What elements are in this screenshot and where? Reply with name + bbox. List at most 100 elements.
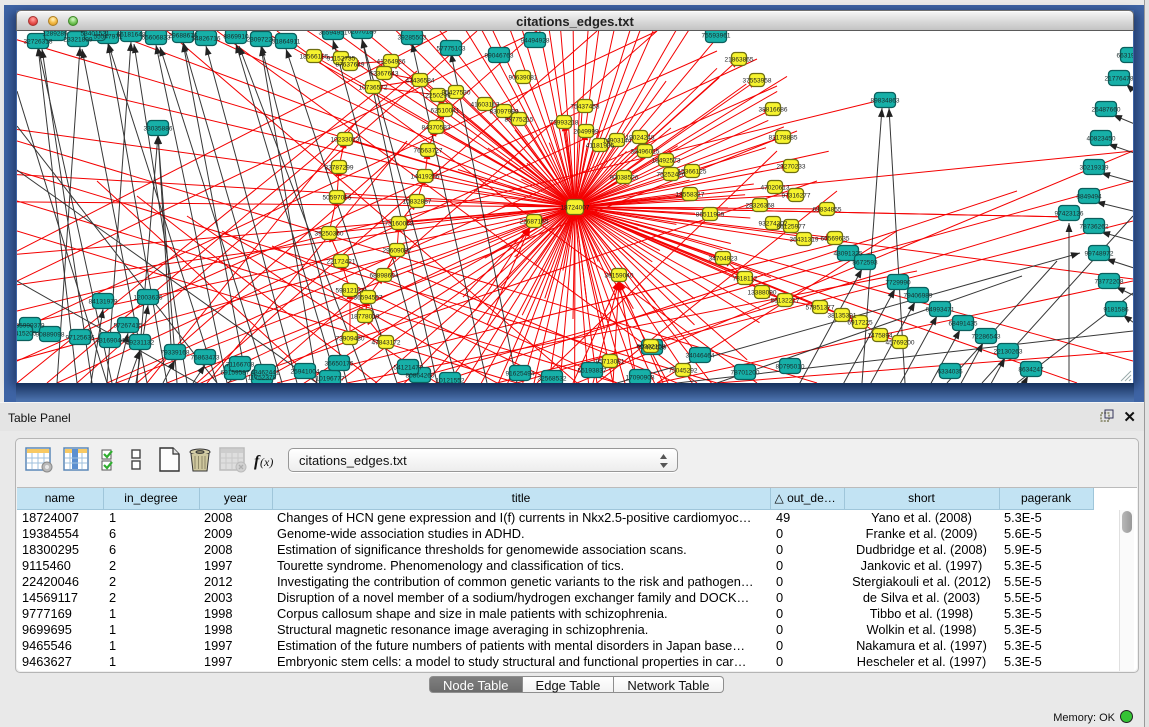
svg-text:66319931: 66319931	[1117, 53, 1133, 60]
svg-text:38135391: 38135391	[828, 313, 857, 320]
svg-text:75593961: 75593961	[702, 33, 731, 40]
svg-text:7729990: 7729990	[885, 280, 911, 287]
svg-text:22687165: 22687165	[520, 219, 549, 226]
svg-text:82178885: 82178885	[769, 135, 798, 142]
svg-text:8869910: 8869910	[223, 34, 249, 41]
svg-text:28415205: 28415205	[17, 331, 37, 338]
svg-text:73772208: 73772208	[1095, 279, 1124, 286]
svg-text:36650176: 36650176	[325, 361, 354, 368]
svg-text:68491435: 68491435	[949, 321, 978, 328]
svg-text:90889098: 90889098	[36, 332, 65, 339]
svg-text:84370583: 84370583	[422, 125, 451, 132]
svg-text:97316277: 97316277	[782, 193, 811, 200]
svg-text:73909480: 73909480	[336, 336, 365, 343]
svg-text:62367643: 62367643	[370, 71, 399, 78]
svg-text:41603163: 41603163	[471, 102, 500, 109]
svg-text:28326368: 28326368	[746, 203, 775, 210]
svg-text:10832887: 10832887	[403, 199, 432, 206]
svg-text:29609087: 29609087	[383, 248, 412, 255]
svg-text:76563727: 76563727	[414, 148, 443, 155]
svg-text:43462441: 43462441	[251, 370, 280, 377]
svg-text:69159587: 69159587	[221, 370, 250, 377]
svg-text:90038526: 90038526	[610, 175, 639, 182]
svg-text:86132217: 86132217	[771, 298, 800, 305]
svg-text:72286543: 72286543	[972, 334, 1001, 341]
svg-text:18558317: 18558317	[676, 192, 705, 199]
svg-text:89834863: 89834863	[871, 98, 900, 105]
svg-text:64993471: 64993471	[926, 307, 955, 314]
svg-text:14419256: 14419256	[411, 174, 440, 181]
svg-text:55193837: 55193837	[578, 368, 607, 375]
svg-text:32568532: 32568532	[538, 376, 567, 383]
svg-text:29270233: 29270233	[777, 164, 806, 171]
svg-text:23321899: 23321899	[64, 37, 93, 44]
svg-text:39250360: 39250360	[315, 231, 344, 238]
svg-text:36594951: 36594951	[319, 31, 348, 37]
svg-text:75437458: 75437458	[571, 104, 600, 111]
svg-text:21863865: 21863865	[725, 57, 754, 64]
svg-text:36496015: 36496015	[631, 149, 660, 156]
svg-text:71166708: 71166708	[226, 362, 255, 369]
svg-text:90639081: 90639081	[509, 75, 538, 82]
svg-text:12003626: 12003626	[134, 295, 163, 302]
svg-text:78736262: 78736262	[1080, 224, 1109, 231]
svg-text:10196777: 10196777	[316, 376, 345, 383]
svg-text:6334035: 6334035	[937, 369, 963, 376]
svg-text:18778019: 18778019	[351, 314, 380, 321]
svg-text:32726318: 32726318	[24, 39, 53, 46]
svg-text:53401521: 53401521	[81, 31, 110, 38]
svg-text:7818112: 7818112	[733, 276, 758, 283]
svg-text:83097999: 83097999	[490, 109, 519, 116]
svg-text:97423126: 97423126	[1055, 211, 1084, 218]
svg-text:17090908: 17090908	[626, 375, 655, 382]
svg-text:99748972: 99748972	[1085, 251, 1114, 258]
svg-text:76863473: 76863473	[191, 355, 220, 362]
svg-text:37553958: 37553958	[743, 78, 772, 85]
svg-text:71993218: 71993218	[550, 120, 579, 127]
svg-text:80795010: 80795010	[776, 364, 805, 371]
svg-text:1475894: 1475894	[867, 333, 893, 340]
svg-text:21776478: 21776478	[1105, 76, 1133, 83]
svg-text:8849494: 8849494	[1076, 194, 1102, 201]
svg-text:45769200: 45769200	[886, 340, 915, 347]
svg-text:36594597: 36594597	[354, 295, 383, 302]
svg-text:86511909: 86511909	[696, 212, 725, 219]
svg-text:34046464: 34046464	[686, 353, 715, 360]
svg-text:40823450: 40823450	[1087, 136, 1116, 143]
svg-text:91625494: 91625494	[506, 371, 535, 378]
svg-text:57267415: 57267415	[114, 323, 143, 330]
svg-text:33035886: 33035886	[144, 126, 173, 133]
svg-text:68834855: 68834855	[813, 207, 842, 214]
svg-text:10736572: 10736572	[359, 85, 388, 92]
svg-text:66569635: 66569635	[821, 236, 850, 243]
svg-text:88775215: 88775215	[505, 117, 534, 124]
svg-text:95427530: 95427530	[442, 90, 471, 97]
svg-text:75252420: 75252420	[657, 172, 686, 179]
svg-text:47843172: 47843172	[372, 340, 401, 347]
svg-text:6917225: 6917225	[847, 320, 873, 327]
svg-text:34704923: 34704923	[709, 256, 738, 263]
svg-text:78701200: 78701200	[731, 370, 760, 377]
svg-text:35999379: 35999379	[17, 323, 45, 330]
svg-text:43091325: 43091325	[834, 251, 863, 258]
svg-text:22130263: 22130263	[994, 349, 1023, 356]
svg-text:8672593: 8672593	[852, 260, 878, 267]
svg-text:60302158: 60302158	[637, 344, 666, 351]
svg-text:73160068: 73160068	[385, 221, 414, 228]
svg-text:(x): (x)	[260, 455, 273, 469]
svg-text:18566185: 18566185	[300, 54, 329, 61]
svg-text:47020613: 47020613	[761, 185, 790, 192]
svg-text:30219319: 30219319	[1080, 165, 1109, 172]
svg-text:57775103: 57775103	[437, 46, 466, 53]
svg-text:41264926: 41264926	[377, 59, 406, 66]
svg-text:62070189: 62070189	[348, 31, 377, 36]
svg-text:36159040: 36159040	[605, 273, 634, 280]
svg-text:62510041: 62510041	[431, 108, 460, 115]
svg-text:84131979: 84131979	[89, 299, 118, 306]
svg-text:22172421: 22172421	[327, 259, 356, 266]
svg-text:65606833: 65606833	[142, 35, 171, 42]
svg-text:1289289: 1289289	[42, 31, 68, 38]
svg-text:80864260: 80864260	[406, 373, 435, 380]
svg-text:86125977: 86125977	[777, 224, 806, 231]
svg-text:36431319: 36431319	[790, 237, 819, 244]
